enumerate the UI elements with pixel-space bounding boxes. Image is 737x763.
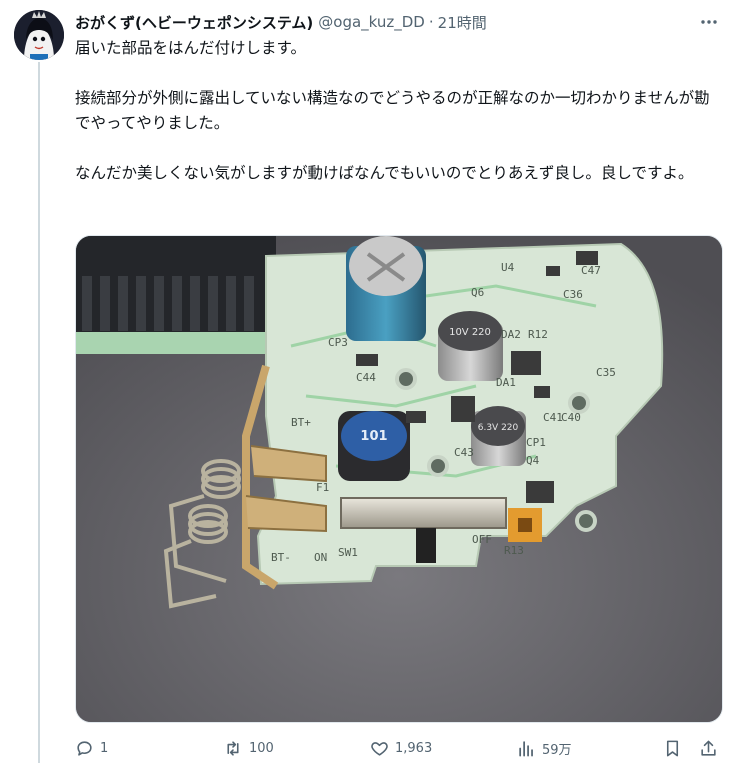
separator-dot: · [428,13,434,31]
board-label: CP3 [328,336,348,349]
more-options-button[interactable] [697,10,721,34]
board-label: R12 [528,328,548,341]
board-label: C43 [454,446,474,459]
bookmark-icon [666,740,679,756]
repost-count: 100 [249,740,274,756]
reply-button[interactable]: 1 [75,733,108,763]
board-label: Q6 [471,286,484,299]
board-label: U4 [501,261,515,274]
board-label: SW1 [338,546,358,559]
user-handle[interactable]: @oga_kuz_DD [318,13,425,31]
avatar[interactable] [14,10,64,60]
inductor-marking: 101 [360,429,387,444]
share-button[interactable] [699,733,718,763]
tweet-text: 届いた部品をはんだ付けします。 接続部分が外側に露出していない構造なのでどうやる… [75,36,720,186]
bookmark-button[interactable] [663,733,682,763]
views-button[interactable]: 59万 [517,733,572,763]
board-label: BT- [271,551,291,564]
board-label: F1 [316,481,329,494]
tweet-header: おがくず(ヘビーウェポンシステム) @oga_kuz_DD · 21時間 [75,10,721,34]
board-label: OFF [472,533,492,546]
board-label: C47 [581,264,601,277]
like-button[interactable]: 1,963 [370,733,432,763]
repost-icon [227,740,239,756]
tweet-actions: 1 100 1,963 59万 [75,733,725,763]
display-name[interactable]: おがくず(ヘビーウェポンシステム) [75,12,313,33]
board-label: Q4 [526,454,540,467]
tweet-paragraph: なんだか美しくない気がしますが動けばなんでもいいのでとりあえず良し。良しですよ。 [75,164,694,182]
board-label: C40 [561,411,581,424]
views-count: 59万 [542,742,572,758]
board-label: C36 [563,288,583,301]
repost-button[interactable]: 100 [223,733,274,763]
reply-icon [77,740,92,756]
share-icon [701,740,716,756]
tweet-paragraph: 届いた部品をはんだ付けします。 [75,39,306,57]
thread-line [38,62,40,763]
tweet-photo[interactable]: CP3 C44 Q6 CP1 Q4 C43 C41 C40 C35 R12 DA… [75,235,723,723]
pcb-photo-illustration: CP3 C44 Q6 CP1 Q4 C43 C41 C40 C35 R12 DA… [76,236,722,722]
tweet-paragraph: 接続部分が外側に露出していない構造なのでどうやるのが正解なのか一切わかりませんが… [75,89,710,132]
heart-icon [371,741,388,756]
views-chart-icon [519,740,533,756]
avatar-illustration [14,10,64,60]
board-label: DA2 [501,328,521,341]
capacitor-marking: 6.3V 220 [478,423,519,433]
board-label: C41 [543,411,563,424]
board-label: C35 [596,366,616,379]
board-label: R13 [504,544,524,557]
board-label: BT+ [291,416,311,429]
board-label: C44 [356,371,376,384]
board-label: DA1 [496,376,516,389]
more-icon [701,20,717,24]
reply-count: 1 [100,740,109,756]
timestamp[interactable]: 21時間 [438,12,487,33]
like-count: 1,963 [395,740,433,756]
capacitor-marking: 10V 220 [449,327,491,338]
board-label: CP1 [526,436,546,449]
board-label: ON [314,551,327,564]
